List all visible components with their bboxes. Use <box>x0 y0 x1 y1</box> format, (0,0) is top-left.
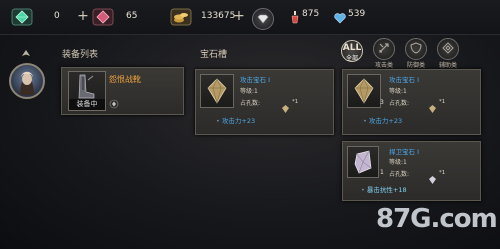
attack-gem-icon <box>207 78 227 104</box>
gem-quantity: 1 <box>380 169 384 176</box>
gold-value: 133675 <box>201 11 236 21</box>
hero-avatar[interactable] <box>9 63 45 99</box>
gem-holes-count: *1 <box>292 99 299 105</box>
gem-thumb <box>200 74 234 108</box>
support-filter-icon <box>442 42 454 54</box>
gem-title: 捍卫宝石 I <box>389 148 419 156</box>
gold-add-button[interactable]: + <box>232 8 246 24</box>
equipment-list-title: 装备列表 <box>62 50 99 60</box>
emerald-icon <box>11 7 33 27</box>
gem-level: 等级:1 <box>389 88 407 95</box>
heart-icon <box>334 9 346 28</box>
gem-slot-title: 宝石槽 <box>200 50 228 60</box>
filter-attack-label: 攻击类 <box>374 62 393 69</box>
filter-all-text: ALL <box>342 43 362 53</box>
emerald-add-button[interactable]: + <box>76 8 90 24</box>
gem-level: 等级:1 <box>240 88 258 95</box>
red-stat-value: 875 <box>302 9 320 19</box>
emerald-resource: 0 + <box>11 7 93 27</box>
equipment-name: 怨恨战靴 <box>109 75 141 84</box>
diamond-menu-button[interactable] <box>252 8 274 30</box>
gem-stat: • 攻击力+23 <box>363 117 403 125</box>
filter-support-button[interactable]: 辅助类 <box>437 38 459 69</box>
gem-mini-icon <box>429 169 436 184</box>
socket-gem-icon <box>109 94 119 109</box>
attack-gem-icon <box>354 78 374 104</box>
gem-holes-count: *1 <box>439 170 446 176</box>
gem-card-defense[interactable]: 1 捍卫宝石 I 等级:1 占孔数: *1 • 暴击抗性+18 <box>342 141 481 201</box>
gem-title: 攻击宝石 I <box>240 76 270 84</box>
gem-holes-count: *1 <box>439 99 446 105</box>
equipped-tag: 装备中 <box>69 99 105 110</box>
gem-level: 等级:1 <box>389 159 407 166</box>
filter-all-label: 全部 <box>345 55 358 62</box>
filter-attack-button[interactable]: 攻击类 <box>373 38 395 69</box>
gem-mini-icon <box>282 98 289 113</box>
gem-card-attack-1[interactable]: 攻击宝石 I 等级:1 占孔数: *1 • 攻击力+23 <box>195 69 334 135</box>
gold-resource: 133675 + <box>170 7 250 27</box>
filter-defense-button[interactable]: 防御类 <box>405 38 427 69</box>
gem-holes-label: 占孔数: <box>389 100 410 107</box>
gem-card-attack-2[interactable]: 3 攻击宝石 I 等级:1 占孔数: *1 • 攻击力+23 <box>342 69 481 135</box>
gold-coins-icon <box>170 7 192 27</box>
shield-icon <box>410 42 422 54</box>
blue-stat-value: 539 <box>348 9 366 19</box>
filter-support-label: 辅助类 <box>438 62 457 69</box>
gem-thumb <box>347 146 379 178</box>
gem-quantity: 3 <box>380 99 384 106</box>
diamond-icon <box>257 14 269 24</box>
filter-defense-label: 防御类 <box>406 62 425 69</box>
gem-stat: • 暴击抗性+18 <box>361 186 407 194</box>
gem-holes-label: 占孔数: <box>240 100 261 107</box>
ruby-icon <box>92 7 114 27</box>
ruby-value: 65 <box>126 11 138 21</box>
filter-all-button[interactable]: ALL 全部 <box>341 40 363 62</box>
site-watermark: 87G.com <box>376 204 498 234</box>
defense-gem-icon <box>354 150 372 174</box>
gem-thumb <box>347 74 381 108</box>
scroll-up-arrow-icon[interactable] <box>22 43 30 56</box>
gem-stat: • 攻击力+23 <box>216 117 256 125</box>
gem-holes-label: 占孔数: <box>389 171 410 178</box>
gem-mini-icon <box>429 98 436 113</box>
ruby-resource: 65 <box>92 7 168 27</box>
emerald-value: 0 <box>54 11 60 21</box>
equipment-item-card[interactable]: 装备中 怨恨战靴 <box>61 67 184 115</box>
attack-filter-icon <box>379 43 389 53</box>
potion-icon <box>291 9 299 28</box>
boots-item-icon: 装备中 <box>68 71 106 111</box>
gem-title: 攻击宝石 I <box>389 76 419 84</box>
